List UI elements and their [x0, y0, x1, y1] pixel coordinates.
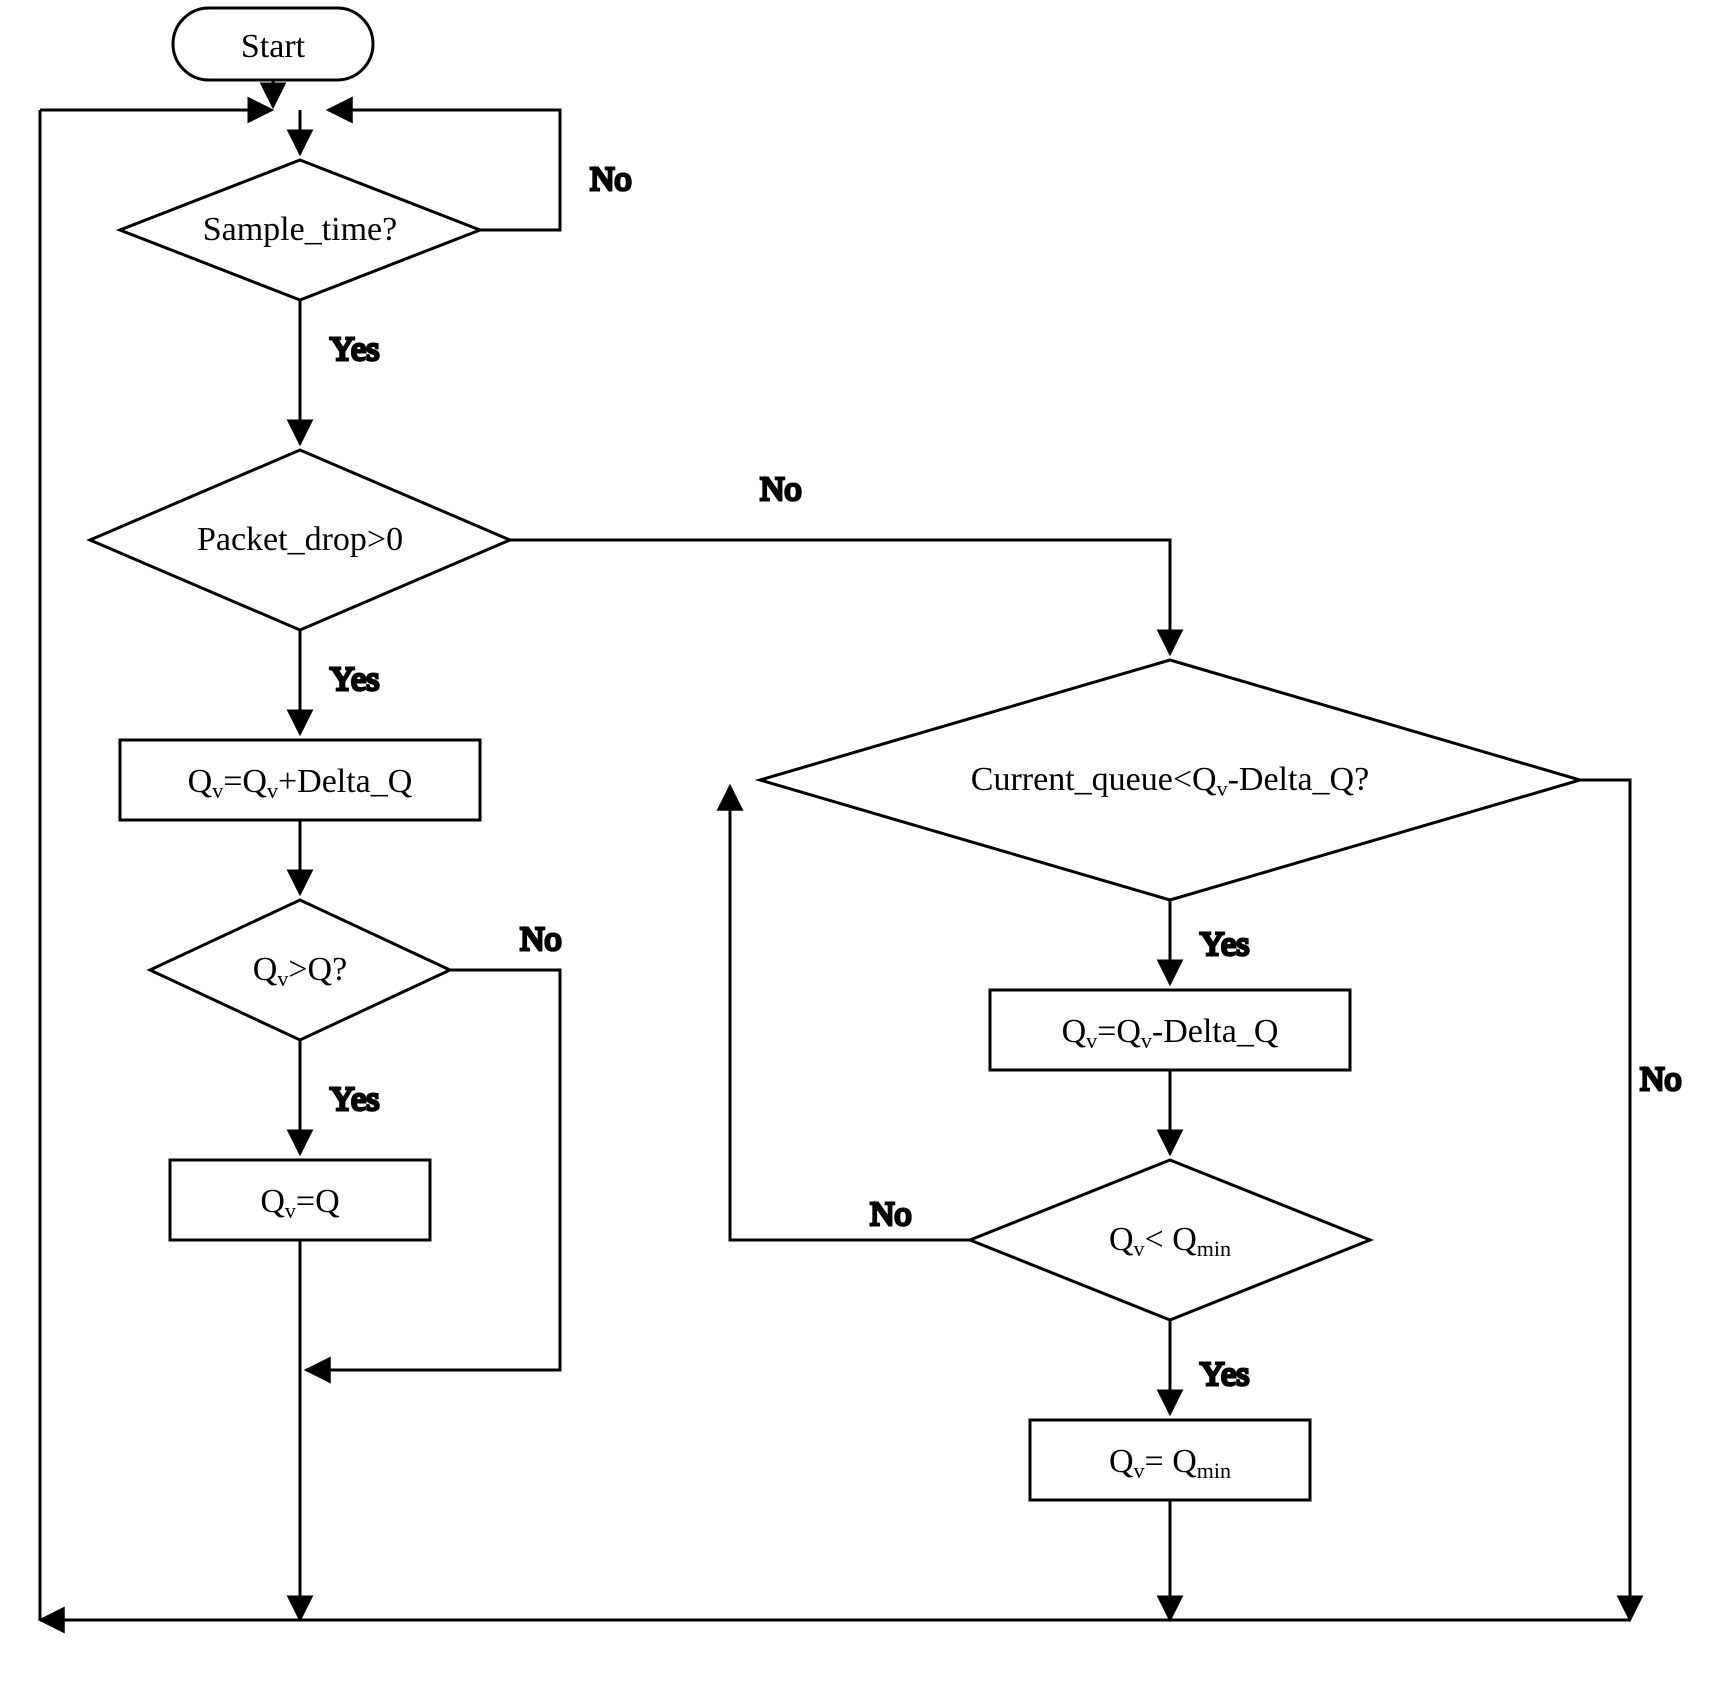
edge-ltmin-no-loop: [730, 786, 970, 1240]
edge-current-no: [1580, 780, 1630, 1620]
edge-packet-no-current: [510, 540, 1170, 654]
label-sample-no: No: [590, 161, 632, 198]
node-qv-eq-qmin: Qv= Qmin: [1030, 1420, 1310, 1500]
node-qv-eq-q: Qv=Q: [170, 1160, 430, 1240]
label-gtq-no: No: [520, 921, 562, 958]
node-packet-drop: Packet_drop>0: [90, 450, 510, 630]
label-packet-no: No: [760, 471, 802, 508]
flowchart: Start Sample_time? Packet_drop>0 Qv=Qv+D…: [0, 0, 1734, 1702]
qv-gt-q-label: Qv>Q?: [253, 951, 347, 991]
current-queue-label: Current_queue<Qv-Delta_Q?: [971, 761, 1369, 801]
label-current-no: No: [1640, 1061, 1682, 1098]
node-qv-plus: Qv=Qv+Delta_Q: [120, 740, 480, 820]
node-qv-lt-qmin: Qv< Qmin: [970, 1160, 1370, 1320]
start-label: Start: [241, 28, 306, 65]
qv-eq-q-label: Qv=Q: [260, 1183, 339, 1223]
node-qv-minus: Qv=Qv-Delta_Q: [990, 990, 1350, 1070]
node-sample-time: Sample_time?: [120, 160, 480, 300]
label-sample-yes: Yes: [330, 331, 379, 368]
node-qv-gt-q: Qv>Q?: [150, 900, 450, 1040]
node-current-queue: Current_queue<Qv-Delta_Q?: [760, 660, 1580, 900]
label-packet-yes: Yes: [330, 661, 379, 698]
packet-drop-label: Packet_drop>0: [197, 521, 403, 558]
node-start: Start: [173, 8, 373, 80]
label-ltmin-no: No: [870, 1196, 912, 1233]
sample-time-label: Sample_time?: [203, 211, 398, 248]
label-gtq-yes: Yes: [330, 1081, 379, 1118]
label-ltmin-yes: Yes: [1200, 1356, 1249, 1393]
label-current-yes: Yes: [1200, 926, 1249, 963]
